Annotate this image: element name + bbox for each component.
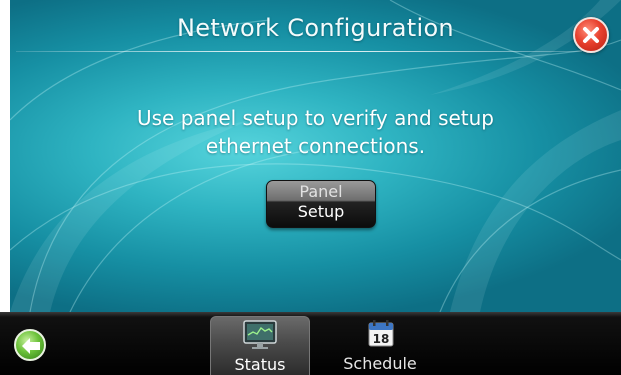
close-button[interactable] (573, 17, 609, 53)
tab-schedule-label: Schedule (343, 354, 417, 373)
back-arrow-icon (22, 338, 40, 354)
calendar-day-number: 18 (373, 332, 390, 346)
main-panel: Network Configuration Use panel setup to… (10, 0, 621, 312)
tab-schedule[interactable]: 18 Schedule (330, 316, 430, 375)
page-title: Network Configuration (177, 14, 454, 42)
close-icon (583, 27, 599, 43)
status-monitor-icon (243, 320, 277, 349)
instruction-line-2: ethernet connections. (205, 134, 426, 158)
tab-status-label: Status (234, 355, 286, 374)
bottom-nav-bar: Status 18 Schedule (0, 312, 621, 375)
screen: Network Configuration Use panel setup to… (0, 0, 621, 375)
calendar-icon: 18 (368, 320, 394, 347)
title-divider (16, 51, 582, 52)
tab-status[interactable]: Status (210, 316, 310, 375)
instruction-text: Use panel setup to verify and setup ethe… (10, 104, 621, 160)
panel-setup-label-line1: Panel (299, 182, 343, 201)
back-button[interactable] (14, 329, 46, 361)
instruction-line-1: Use panel setup to verify and setup (136, 106, 495, 130)
panel-setup-button[interactable]: Panel Setup (266, 180, 376, 228)
panel-setup-label-line2: Setup (297, 202, 345, 221)
